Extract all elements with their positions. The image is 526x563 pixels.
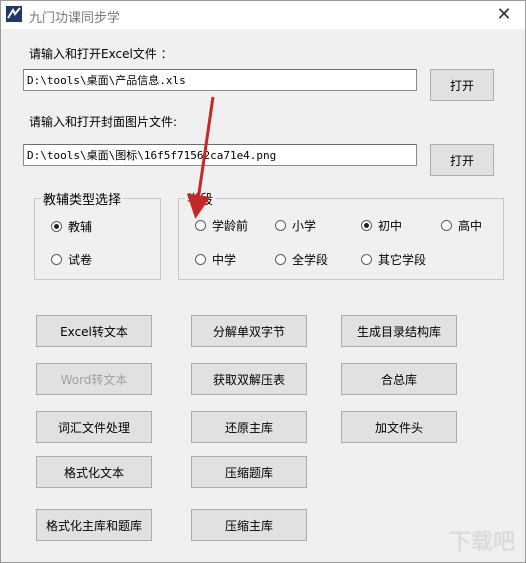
main-window: 九门功课同步学 ✕ 请输入和打开Excel文件 ： D:\tools\桌面\产品… [0,0,526,563]
watermark-logo: 下载吧 [448,530,515,555]
annotation-arrow-icon [186,96,215,219]
